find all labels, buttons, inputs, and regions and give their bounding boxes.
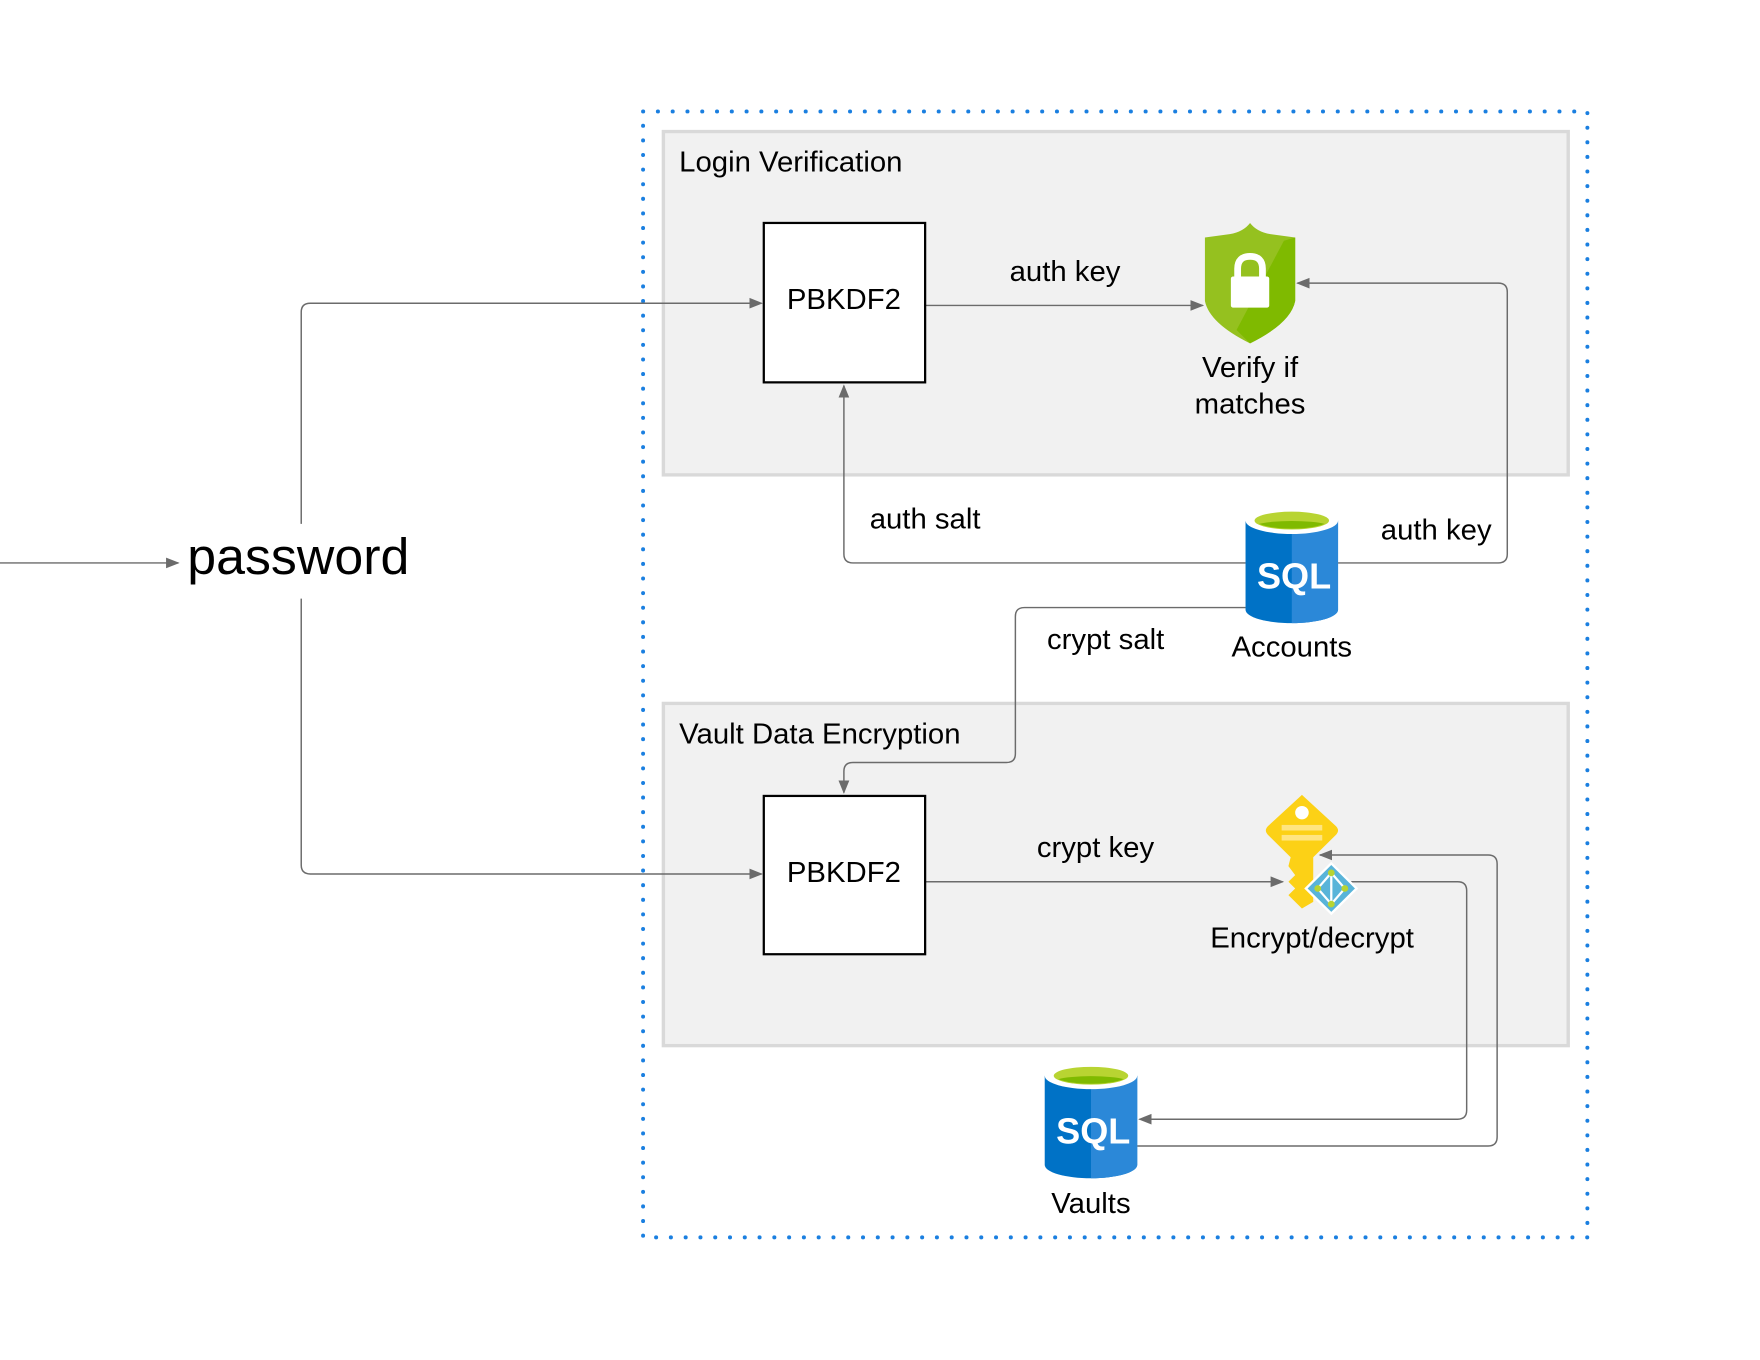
svg-text:PBKDF2: PBKDF2 xyxy=(787,857,901,889)
edge-label-auth-key: auth key xyxy=(1010,256,1121,288)
accounts-sql-database-icon: SQL xyxy=(1245,507,1339,624)
svg-text:SQL: SQL xyxy=(1056,1112,1130,1152)
diagram-canvas: Login Verification Vault Data Encryption… xyxy=(0,109,1590,1240)
vaults-sql-database-icon: SQL xyxy=(1044,1062,1138,1179)
svg-text:SQL: SQL xyxy=(1257,557,1331,597)
password-input-label: password xyxy=(187,527,409,585)
accounts-label: Accounts xyxy=(1231,632,1352,664)
edge-label-auth-key: auth key xyxy=(1381,515,1492,547)
group-title: Vault Data Encryption xyxy=(679,719,960,751)
verify-label: Verify if xyxy=(1202,352,1299,384)
edge-label-crypt-key: crypt key xyxy=(1037,832,1155,864)
encrypt-decrypt-label: Encrypt/decrypt xyxy=(1210,923,1414,955)
edge-label-crypt-salt: crypt salt xyxy=(1047,624,1164,656)
group-title: Login Verification xyxy=(679,147,902,179)
vaults-label: Vaults xyxy=(1051,1188,1130,1220)
pbkdf2-vault-node: PBKDF2 xyxy=(762,794,927,956)
svg-text:PBKDF2: PBKDF2 xyxy=(787,284,901,316)
edge-label-auth-salt: auth salt xyxy=(870,504,981,536)
pbkdf2-login-node: PBKDF2 xyxy=(762,221,927,384)
verify-label: matches xyxy=(1195,389,1306,421)
